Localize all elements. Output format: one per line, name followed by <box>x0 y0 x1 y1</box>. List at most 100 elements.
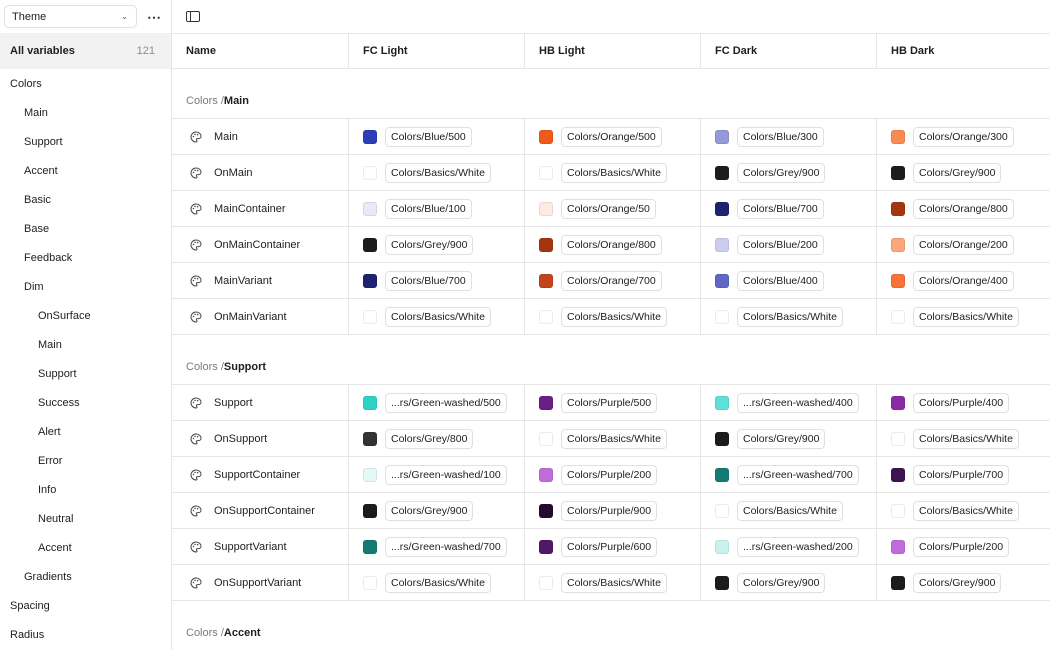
sidebar-item-colors[interactable]: Colors <box>0 69 171 98</box>
alias-pill[interactable]: Colors/Orange/800 <box>913 198 1014 219</box>
alias-pill[interactable]: Colors/Purple/200 <box>561 464 658 485</box>
table-row[interactable]: SupportVariant ...rs/Green-washed/700 Colo… <box>172 529 1050 565</box>
alias-pill[interactable]: Colors/Basics/White <box>385 306 491 327</box>
variable-name[interactable]: OnSupport <box>214 433 267 445</box>
mode-value-cell[interactable]: Colors/Basics/White <box>876 493 1050 528</box>
mode-value-cell[interactable]: Colors/Basics/White <box>348 299 524 334</box>
mode-value-cell[interactable]: Colors/Blue/500 <box>348 119 524 154</box>
table-row[interactable]: OnSupport Colors/Grey/800 Colors/Basics/Wh… <box>172 421 1050 457</box>
mode-value-cell[interactable]: Colors/Orange/200 <box>876 227 1050 262</box>
mode-value-cell[interactable]: Colors/Orange/400 <box>876 263 1050 298</box>
mode-value-cell[interactable]: Colors/Purple/200 <box>876 529 1050 564</box>
mode-value-cell[interactable]: Colors/Grey/900 <box>700 421 876 456</box>
alias-pill[interactable]: Colors/Basics/White <box>385 162 491 183</box>
sidebar-item-gradients[interactable]: Gradients <box>0 562 171 591</box>
mode-value-cell[interactable]: ...rs/Green-washed/700 <box>348 529 524 564</box>
table-row[interactable]: OnSupportVariant Colors/Basics/White Color… <box>172 565 1050 601</box>
sidebar-item-error[interactable]: Error <box>0 446 171 475</box>
mode-value-cell[interactable]: Colors/Grey/900 <box>876 155 1050 190</box>
alias-pill[interactable]: Colors/Orange/300 <box>913 126 1014 147</box>
mode-value-cell[interactable]: Colors/Orange/800 <box>524 227 700 262</box>
mode-value-cell[interactable]: Colors/Orange/50 <box>524 191 700 226</box>
alias-pill[interactable]: Colors/Blue/500 <box>385 126 472 147</box>
alias-pill[interactable]: Colors/Orange/500 <box>561 126 662 147</box>
alias-pill[interactable]: Colors/Purple/700 <box>913 464 1010 485</box>
variable-name[interactable]: OnSupportContainer <box>214 505 315 517</box>
alias-pill[interactable]: Colors/Purple/900 <box>561 500 658 521</box>
mode-value-cell[interactable]: Colors/Purple/400 <box>876 385 1050 420</box>
variable-name[interactable]: OnMainVariant <box>214 311 287 323</box>
alias-pill[interactable]: Colors/Orange/200 <box>913 234 1014 255</box>
alias-pill[interactable]: Colors/Purple/400 <box>913 392 1010 413</box>
sidebar-item-accent[interactable]: Accent <box>0 533 171 562</box>
mode-value-cell[interactable]: Colors/Basics/White <box>348 155 524 190</box>
alias-pill[interactable]: Colors/Orange/800 <box>561 234 662 255</box>
mode-value-cell[interactable]: ...rs/Green-washed/100 <box>348 457 524 492</box>
sidebar-item-spacing[interactable]: Spacing <box>0 591 171 620</box>
alias-pill[interactable]: Colors/Grey/900 <box>913 162 1002 183</box>
mode-value-cell[interactable]: Colors/Blue/400 <box>700 263 876 298</box>
variable-name[interactable]: OnSupportVariant <box>214 577 301 589</box>
mode-value-cell[interactable]: ...rs/Green-washed/700 <box>700 457 876 492</box>
mode-value-cell[interactable]: Colors/Grey/900 <box>876 565 1050 600</box>
sidebar-item-success[interactable]: Success <box>0 388 171 417</box>
mode-value-cell[interactable]: Colors/Purple/900 <box>524 493 700 528</box>
variable-name[interactable]: SupportVariant <box>214 541 287 553</box>
mode-value-cell[interactable]: Colors/Blue/200 <box>700 227 876 262</box>
mode-value-cell[interactable]: Colors/Orange/700 <box>524 263 700 298</box>
mode-value-cell[interactable]: Colors/Basics/White <box>876 299 1050 334</box>
sidebar-item-feedback[interactable]: Feedback <box>0 243 171 272</box>
mode-value-cell[interactable]: Colors/Basics/White <box>524 155 700 190</box>
alias-pill[interactable]: Colors/Basics/White <box>737 500 843 521</box>
alias-pill[interactable]: Colors/Blue/100 <box>385 198 472 219</box>
table-row[interactable]: OnMainContainer Colors/Grey/900 Colors/Ora… <box>172 227 1050 263</box>
alias-pill[interactable]: Colors/Grey/900 <box>737 428 826 449</box>
alias-pill[interactable]: Colors/Blue/700 <box>737 198 824 219</box>
sidebar-item-main[interactable]: Main <box>0 98 171 127</box>
toggle-sidebar-icon[interactable] <box>186 11 200 22</box>
alias-pill[interactable]: Colors/Orange/700 <box>561 270 662 291</box>
variable-name[interactable]: Support <box>214 397 253 409</box>
mode-value-cell[interactable]: Colors/Orange/300 <box>876 119 1050 154</box>
alias-pill[interactable]: Colors/Basics/White <box>737 306 843 327</box>
mode-value-cell[interactable]: Colors/Basics/White <box>524 299 700 334</box>
sidebar-item-main[interactable]: Main <box>0 330 171 359</box>
sidebar-item-info[interactable]: Info <box>0 475 171 504</box>
alias-pill[interactable]: Colors/Basics/White <box>385 572 491 593</box>
sidebar-item-base[interactable]: Base <box>0 214 171 243</box>
alias-pill[interactable]: ...rs/Green-washed/400 <box>737 392 859 413</box>
alias-pill[interactable]: ...rs/Green-washed/500 <box>385 392 507 413</box>
mode-value-cell[interactable]: Colors/Basics/White <box>876 421 1050 456</box>
table-row[interactable]: Main Colors/Blue/500 Colors/Orange/500 Colo… <box>172 119 1050 155</box>
mode-value-cell[interactable]: Colors/Basics/White <box>524 421 700 456</box>
mode-value-cell[interactable]: Colors/Purple/200 <box>524 457 700 492</box>
sidebar-item-neutral[interactable]: Neutral <box>0 504 171 533</box>
table-row[interactable]: Support ...rs/Green-washed/500 Colors/Purp… <box>172 385 1050 421</box>
mode-value-cell[interactable]: Colors/Basics/White <box>700 299 876 334</box>
alias-pill[interactable]: Colors/Basics/White <box>561 162 667 183</box>
table-row[interactable]: OnSupportContainer Colors/Grey/900 Colors/… <box>172 493 1050 529</box>
variable-name[interactable]: MainVariant <box>214 275 272 287</box>
mode-value-cell[interactable]: Colors/Basics/White <box>524 565 700 600</box>
alias-pill[interactable]: Colors/Basics/White <box>561 306 667 327</box>
alias-pill[interactable]: Colors/Grey/800 <box>385 428 474 449</box>
sidebar-item-alert[interactable]: Alert <box>0 417 171 446</box>
variable-name[interactable]: OnMain <box>214 167 253 179</box>
sidebar-item-basic[interactable]: Basic <box>0 185 171 214</box>
mode-value-cell[interactable]: Colors/Grey/800 <box>348 421 524 456</box>
alias-pill[interactable]: Colors/Purple/200 <box>913 536 1010 557</box>
alias-pill[interactable]: ...rs/Green-washed/100 <box>385 464 507 485</box>
column-header-name[interactable]: Name <box>172 34 348 68</box>
alias-pill[interactable]: ...rs/Green-washed/700 <box>737 464 859 485</box>
alias-pill[interactable]: Colors/Purple/600 <box>561 536 658 557</box>
column-header-hb-light[interactable]: HB Light <box>524 34 700 68</box>
alias-pill[interactable]: Colors/Basics/White <box>913 500 1019 521</box>
sidebar-item-dim[interactable]: Dim <box>0 272 171 301</box>
mode-value-cell[interactable]: Colors/Grey/900 <box>700 155 876 190</box>
table-row[interactable]: MainContainer Colors/Blue/100 Colors/Orang… <box>172 191 1050 227</box>
table-row[interactable]: SupportContainer ...rs/Green-washed/100 Co… <box>172 457 1050 493</box>
mode-value-cell[interactable]: Colors/Grey/900 <box>700 565 876 600</box>
mode-value-cell[interactable]: Colors/Blue/700 <box>348 263 524 298</box>
mode-value-cell[interactable]: Colors/Purple/600 <box>524 529 700 564</box>
mode-value-cell[interactable]: Colors/Basics/White <box>348 565 524 600</box>
